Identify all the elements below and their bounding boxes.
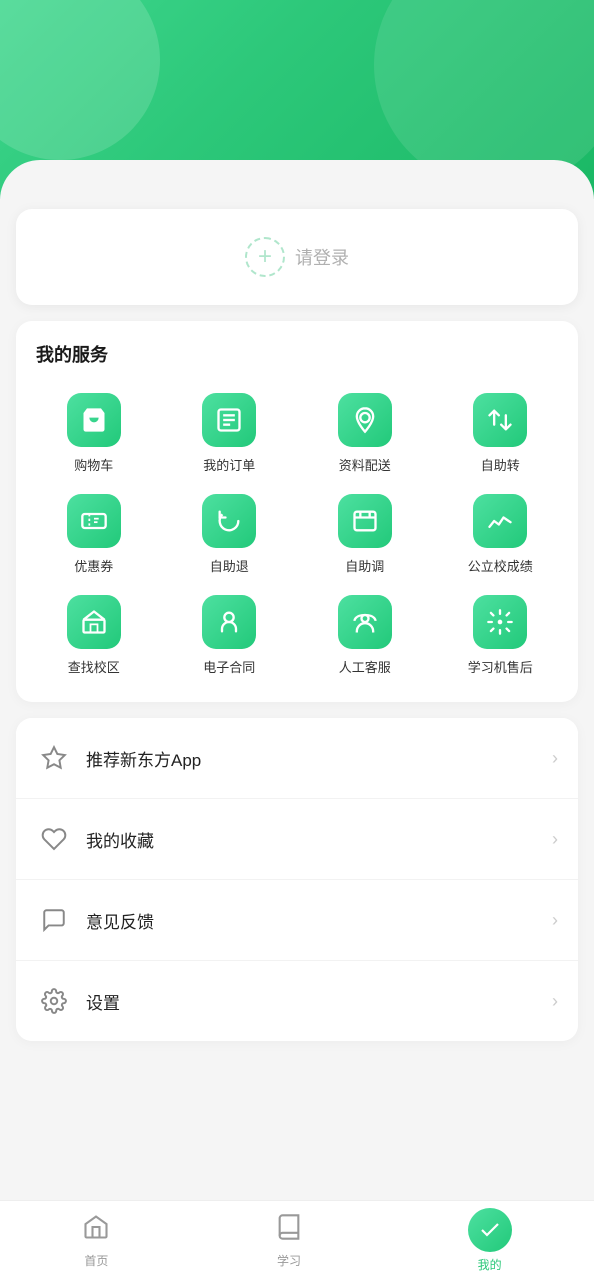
adjust-label: 自助调 (345, 556, 384, 575)
service-item-refund[interactable]: 自助退 (162, 484, 298, 585)
service-item-cart[interactable]: 购物车 (26, 383, 162, 484)
score-label: 公立校成绩 (468, 556, 533, 575)
study-nav-label: 学习 (277, 1252, 301, 1269)
favorites-label: 我的收藏 (86, 827, 552, 852)
feedback-label: 意见反馈 (86, 908, 552, 933)
service-item-service[interactable]: 人工客服 (297, 585, 433, 686)
service-label: 人工客服 (339, 657, 391, 676)
coupon-icon (67, 494, 121, 548)
home-icon (82, 1213, 110, 1248)
login-area[interactable]: + 请登录 (16, 209, 578, 305)
transfer-icon (473, 393, 527, 447)
service-item-coupon[interactable]: 优惠券 (26, 484, 162, 585)
recommend-arrow: › (552, 748, 558, 769)
delivery-label: 资料配送 (339, 455, 391, 474)
order-label: 我的订单 (203, 455, 255, 474)
transfer-label: 自助转 (481, 455, 520, 474)
star-icon (36, 740, 72, 776)
machine-icon (473, 595, 527, 649)
comment-icon (36, 902, 72, 938)
service-item-delivery[interactable]: 资料配送 (297, 383, 433, 484)
cart-icon (67, 393, 121, 447)
heart-icon (36, 821, 72, 857)
bottom-nav: 首页 学习 我的 (0, 1200, 594, 1280)
mine-active-badge (468, 1208, 512, 1252)
book-icon (275, 1213, 303, 1248)
login-text: 请登录 (295, 244, 349, 270)
refund-label: 自助退 (210, 556, 249, 575)
adjust-icon (338, 494, 392, 548)
machine-label: 学习机售后 (468, 657, 533, 676)
settings-label: 设置 (86, 989, 552, 1014)
menu-list: 推荐新东方App › 我的收藏 › 意见反馈 › 设置 › (16, 718, 578, 1041)
delivery-icon (338, 393, 392, 447)
service-item-score[interactable]: 公立校成绩 (433, 484, 569, 585)
service-item-contract[interactable]: 电子合同 (162, 585, 298, 686)
gear-icon (36, 983, 72, 1019)
service-item-transfer[interactable]: 自助转 (433, 383, 569, 484)
home-nav-label: 首页 (84, 1252, 108, 1269)
cart-label: 购物车 (74, 455, 113, 474)
nav-item-study[interactable]: 学习 (255, 1205, 323, 1277)
campus-icon (67, 595, 121, 649)
service-item-campus[interactable]: 查找校区 (26, 585, 162, 686)
menu-item-settings[interactable]: 设置 › (16, 961, 578, 1041)
menu-item-recommend[interactable]: 推荐新东方App › (16, 718, 578, 799)
mine-nav-label: 我的 (478, 1256, 502, 1273)
settings-arrow: › (552, 991, 558, 1012)
nav-item-mine[interactable]: 我的 (448, 1200, 532, 1280)
contract-label: 电子合同 (203, 657, 255, 676)
recommend-label: 推荐新东方App (86, 746, 552, 771)
campus-label: 查找校区 (68, 657, 120, 676)
order-icon (202, 393, 256, 447)
service-item-adjust[interactable]: 自助调 (297, 484, 433, 585)
service-item-order[interactable]: 我的订单 (162, 383, 298, 484)
services-title: 我的服务 (26, 341, 568, 367)
nav-item-home[interactable]: 首页 (62, 1205, 130, 1277)
service-icon (338, 595, 392, 649)
feedback-arrow: › (552, 910, 558, 931)
service-item-machine[interactable]: 学习机售后 (433, 585, 569, 686)
score-icon (473, 494, 527, 548)
login-plus-icon: + (245, 237, 285, 277)
menu-item-favorites[interactable]: 我的收藏 › (16, 799, 578, 880)
coupon-label: 优惠券 (74, 556, 113, 575)
refund-icon (202, 494, 256, 548)
services-grid: 购物车 我的订单 资料配送 自助转 优惠 (26, 383, 568, 686)
services-card: 我的服务 购物车 我的订单 资料配送 自助转 (16, 321, 578, 702)
favorites-arrow: › (552, 829, 558, 850)
menu-item-feedback[interactable]: 意见反馈 › (16, 880, 578, 961)
contract-icon (202, 595, 256, 649)
